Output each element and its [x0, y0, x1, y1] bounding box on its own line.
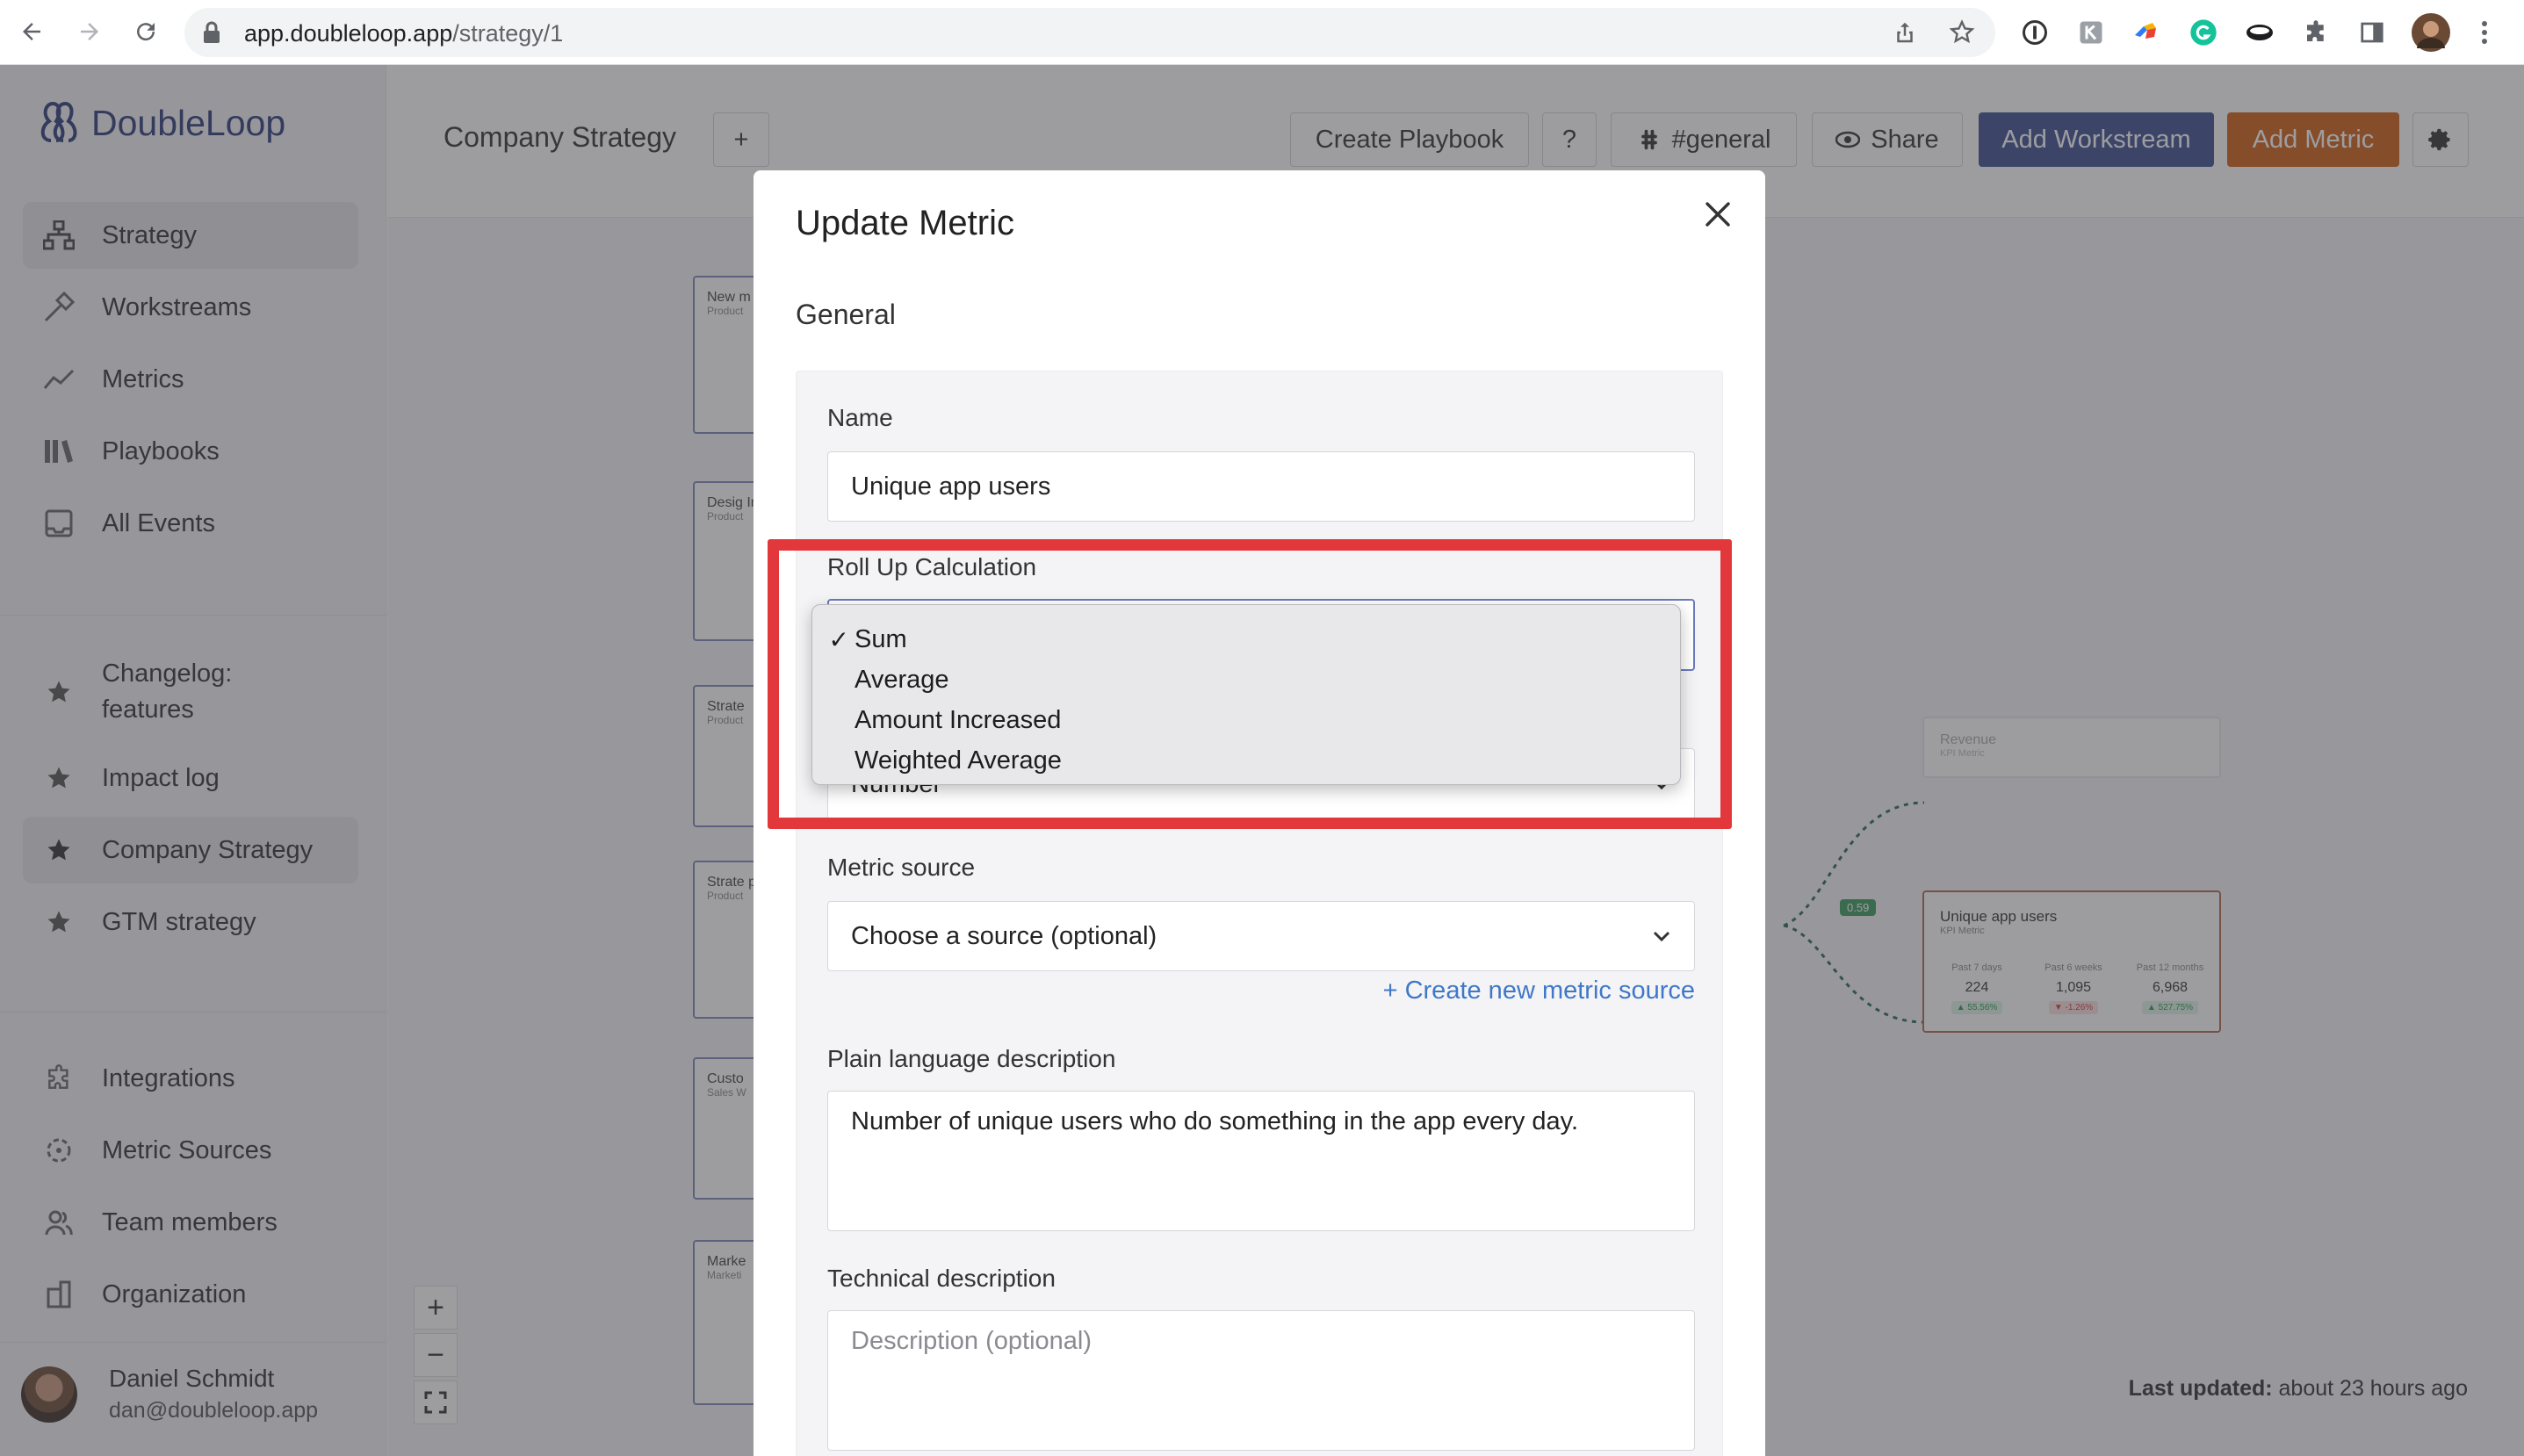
extension-k-icon[interactable] [2076, 18, 2106, 47]
option-label: Amount Increased [855, 705, 1062, 734]
section-heading: General [796, 299, 896, 330]
side-panel-icon[interactable] [2357, 18, 2387, 47]
technical-description-textarea[interactable]: Description (optional) [827, 1310, 1695, 1451]
extension-colorful-icon[interactable] [2132, 18, 2162, 47]
profile-avatar-icon[interactable] [2412, 13, 2450, 52]
rollup-option-average[interactable]: Average [812, 660, 1680, 700]
option-label: Sum [855, 624, 907, 653]
rollup-option-amount-increased[interactable]: Amount Increased [812, 700, 1680, 740]
chevron-down-icon [1653, 931, 1670, 942]
back-icon[interactable] [12, 12, 51, 51]
extension-disc-icon[interactable] [2245, 18, 2275, 47]
lock-icon [202, 21, 221, 48]
url-text: app.doubleloop.app/strategy/1 [244, 20, 563, 47]
rollup-option-weighted-average[interactable]: Weighted Average [812, 740, 1680, 781]
url-host: app.doubleloop.app [244, 20, 453, 47]
rollup-option-sum[interactable]: ✓ Sum [812, 619, 1680, 660]
technical-description-label: Technical description [827, 1265, 1056, 1292]
url-path: /strategy/1 [452, 20, 564, 47]
name-input[interactable]: Unique app users [827, 451, 1695, 522]
browser-menu-icon[interactable] [2470, 18, 2499, 47]
checkmark-icon: ✓ [828, 625, 849, 653]
password-manager-icon[interactable] [2020, 18, 2050, 47]
metric-source-select[interactable]: Choose a source (optional) [827, 901, 1695, 971]
rollup-dropdown-menu[interactable]: ✓ Sum Average Amount Increased Weighted A… [811, 604, 1681, 785]
browser-toolbar: app.doubleloop.app/strategy/1 [0, 0, 2524, 65]
create-metric-source-link[interactable]: + Create new metric source [1383, 977, 1695, 1006]
grammarly-icon[interactable] [2189, 18, 2218, 47]
modal-title: Update Metric [796, 204, 1014, 242]
plain-description-textarea[interactable]: Number of unique users who do something … [827, 1091, 1695, 1231]
address-bar[interactable]: app.doubleloop.app/strategy/1 [184, 8, 1995, 57]
option-label: Weighted Average [855, 746, 1062, 775]
bookmark-star-icon[interactable] [1948, 18, 1976, 47]
close-icon[interactable] [1700, 197, 1735, 232]
plain-description-label: Plain language description [827, 1045, 1116, 1072]
extensions-puzzle-icon[interactable] [2301, 18, 2331, 47]
metric-source-label: Metric source [827, 854, 976, 881]
forward-icon[interactable] [70, 12, 109, 51]
reload-icon[interactable] [126, 12, 165, 51]
name-label: Name [827, 404, 893, 431]
share-page-icon[interactable] [1892, 18, 1920, 47]
option-label: Average [855, 665, 949, 694]
metric-source-value: Choose a source (optional) [851, 921, 1157, 950]
